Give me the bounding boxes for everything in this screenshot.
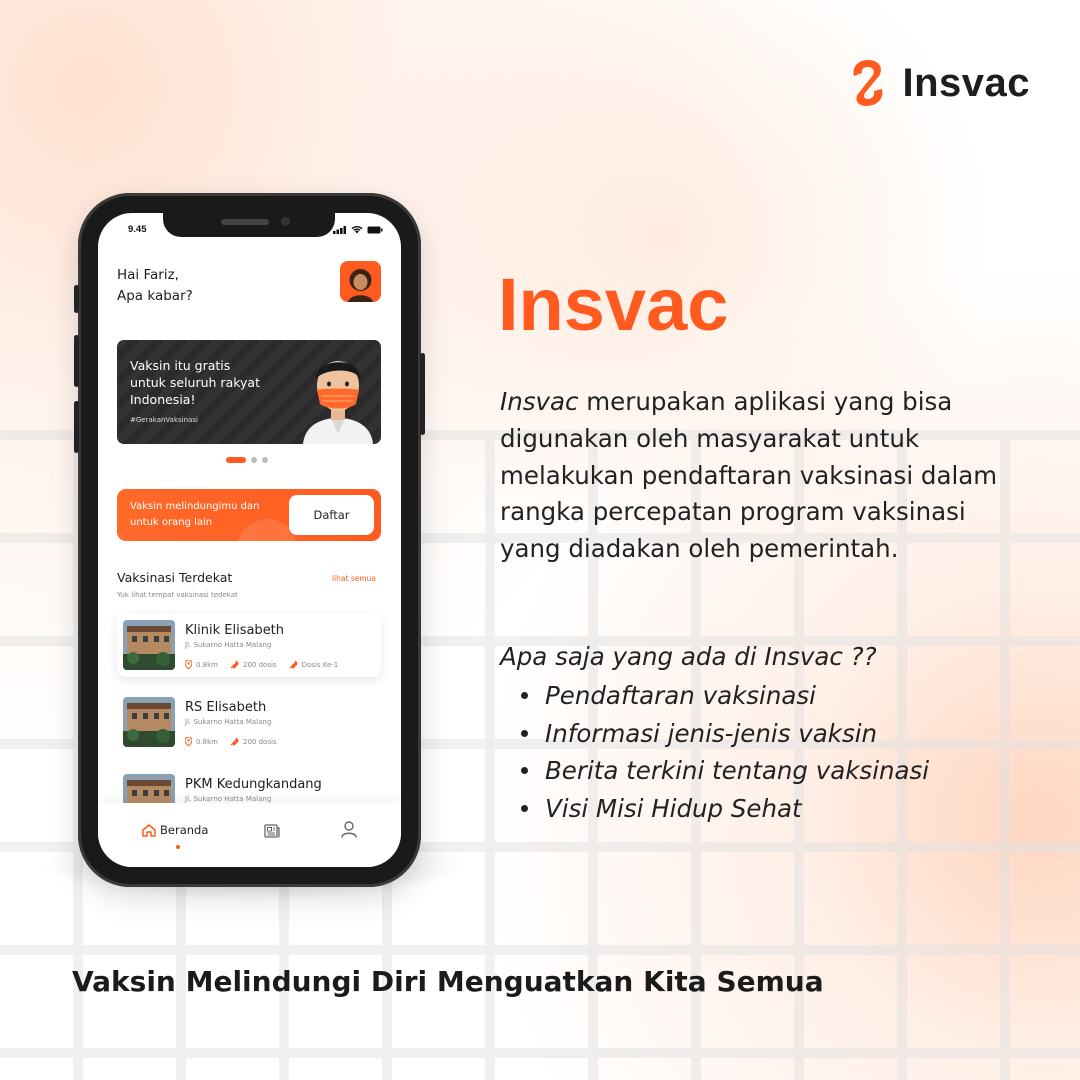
signal-icon [333,226,346,234]
nav-home[interactable]: Beranda [142,823,208,837]
location-pin-icon [185,660,192,669]
nav-active-indicator [176,845,180,849]
feature-item: Visi Misi Hidup Sehat [520,790,929,828]
see-all-link[interactable]: lihat semua [332,574,376,583]
pagination-dot[interactable] [251,457,257,463]
syringe-icon [289,660,298,669]
place-meta: 0.8km 200 dosis [185,737,277,746]
phone-mockup: 9.45 Hai Fariz, Apa kabar? Vaksin itu gr… [74,193,425,887]
place-distance: 0.8km [185,737,218,746]
banner-pagination [226,457,268,463]
banner-hashtag: #GerakanVaksinasi [130,416,198,424]
distance-value: 0.8km [196,737,219,746]
feature-item: Pendaftaran vaksinasi [520,677,929,715]
promo-banner[interactable]: Vaksin itu gratis untuk seluruh rakyat I… [117,340,381,444]
nav-profile[interactable] [341,821,357,842]
front-camera [281,217,290,226]
feature-item: Berita terkini tentang vaksinasi [520,752,929,790]
wifi-icon [351,226,363,234]
speaker [221,219,269,225]
cta-text: Vaksin melindungimu dan untuk orang lain [130,501,260,528]
place-card[interactable]: RS Elisabeth Jl. Sukarno Hatta Malang 0.… [117,690,381,754]
place-address: Jl. Sukarno Hatta Malang [185,641,272,649]
insvac-logo-icon [854,60,883,106]
doctor-illustration-icon [303,361,373,444]
place-name: PKM Kedungkandang [185,777,322,792]
phone-volume-up-button [74,335,79,387]
place-address: Jl. Sukarno Hatta Malang [185,718,272,726]
nearest-vaccination-subtitle: Yuk lihat tempat vaksinasi tedekat [117,591,238,599]
features-list: Pendaftaran vaksinasi Informasi jenis-je… [520,677,929,828]
greeting-name: Hai Fariz, [117,267,179,283]
bottom-navigation: Beranda [98,803,401,867]
feature-item: Informasi jenis-jenis vaksin [520,715,929,753]
place-meta: 0.8km 200 dosis Dosis Ke-1 [185,660,338,669]
pagination-dot-active[interactable] [226,457,246,463]
features-title: Apa saja yang ada di Insvac ?? [500,642,877,671]
place-doses: 200 dosis [230,660,277,669]
building-photo-icon [123,620,175,670]
nav-news[interactable] [264,823,280,842]
status-icons [333,225,383,234]
place-photo [123,620,175,670]
phone-notch [163,213,335,237]
place-name: RS Elisabeth [185,700,267,715]
doses-value: 200 dosis [243,737,277,746]
register-button[interactable]: Daftar [289,495,374,535]
hero-description-brand: Insvac [500,387,579,416]
distance-value: 0.8km [196,660,219,669]
register-cta-card: Vaksin melindungimu dan untuk orang lain… [117,489,381,541]
nav-home-label: Beranda [160,823,209,837]
place-dose-number: Dosis Ke-1 [289,660,339,669]
place-address: Jl. Sukarno Hatta Malang [185,795,272,803]
nearest-vaccination-title: Vaksinasi Terdekat [117,570,233,585]
brand-logo: Insvac [848,56,1030,110]
greeting-question: Apa kabar? [117,288,193,304]
hero-description: Insvac merupakan aplikasi yang bisa digu… [500,384,1020,568]
dose-number-value: Dosis Ke-1 [301,660,339,669]
location-pin-icon [185,737,192,746]
news-icon [264,824,280,838]
greeting: Hai Fariz, Apa kabar? [117,265,193,307]
phone-screen: 9.45 Hai Fariz, Apa kabar? Vaksin itu gr… [98,213,401,867]
doses-value: 200 dosis [243,660,277,669]
place-doses: 200 dosis [230,737,277,746]
battery-icon [367,226,383,234]
pagination-dot[interactable] [262,457,268,463]
home-icon [142,823,156,837]
syringe-icon [230,660,239,669]
place-name: Klinik Elisabeth [185,623,285,638]
user-icon [341,821,357,838]
status-time: 9.45 [128,224,147,235]
building-photo-icon [123,697,175,747]
banner-text: Vaksin itu gratis untuk seluruh rakyat I… [130,358,260,407]
brand-name: Insvac [902,60,1030,105]
place-card[interactable]: Klinik Elisabeth Jl. Sukarno Hatta Malan… [117,613,381,677]
place-distance: 0.8km [185,660,218,669]
phone-mute-button [74,285,79,313]
tagline: Vaksin Melindungi Diri Menguatkan Kita S… [72,965,824,998]
user-avatar-icon [340,261,381,302]
phone-power-button [420,353,425,435]
phone-volume-down-button [74,401,79,453]
place-photo [123,697,175,747]
avatar[interactable] [340,261,381,302]
hero-title: Insvac [498,263,729,346]
syringe-icon [230,737,239,746]
